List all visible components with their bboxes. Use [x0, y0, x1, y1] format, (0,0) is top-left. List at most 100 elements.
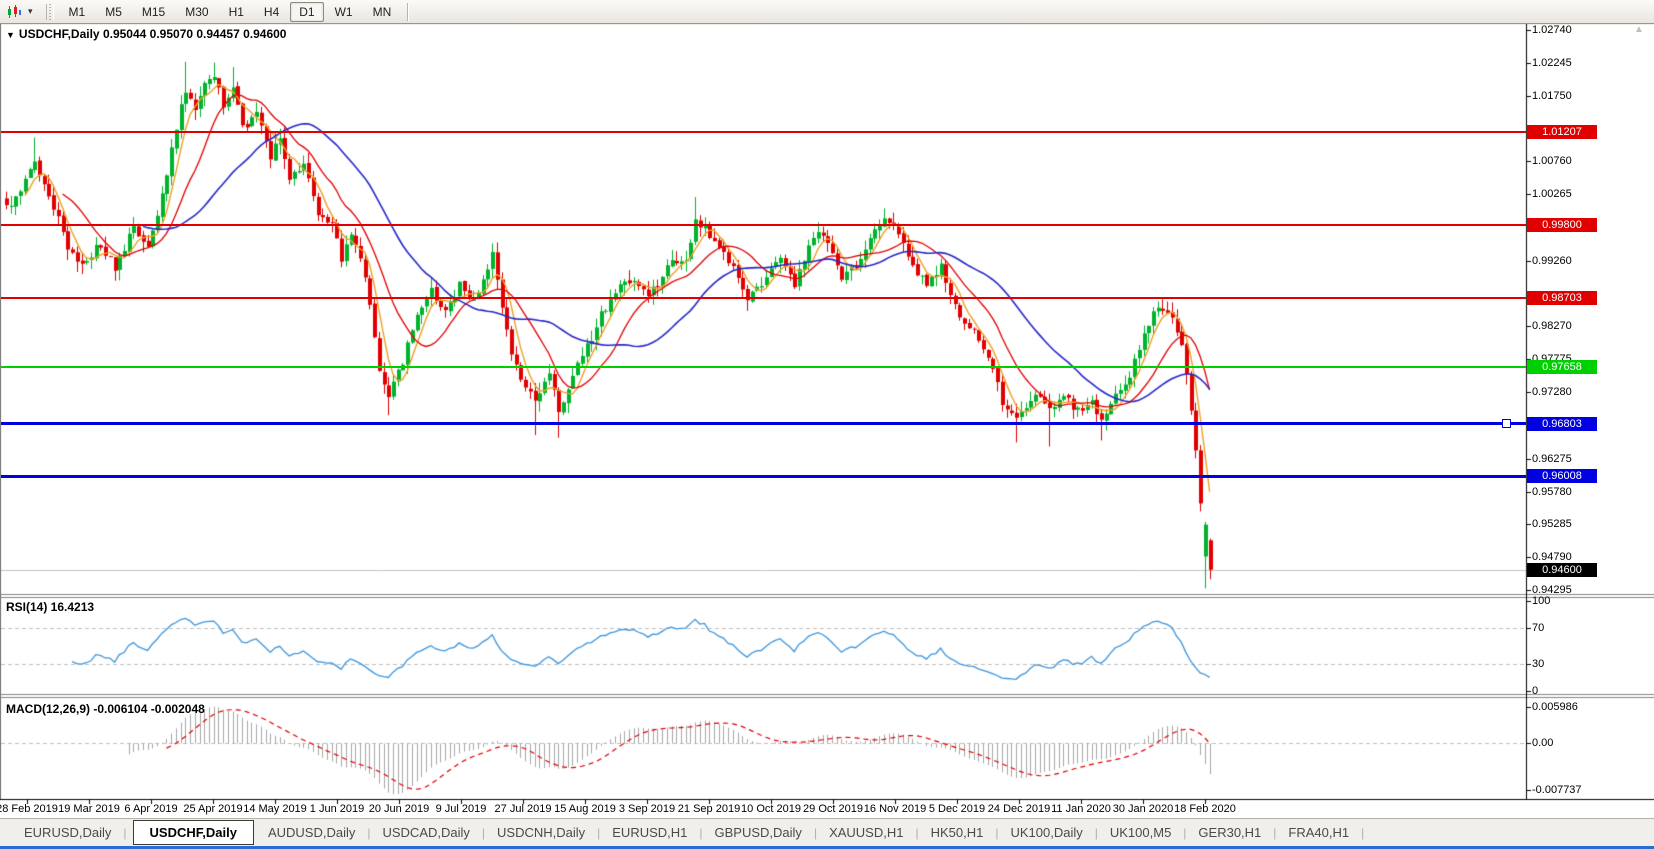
level-line-0.99800[interactable] [1, 224, 1526, 226]
macd-indicator-label: MACD(12,26,9) -0.006104 -0.002048 [6, 702, 205, 716]
toolbar-grip [46, 4, 54, 20]
tab-separator: | [1183, 826, 1186, 840]
price-tag-0.98703: 0.98703 [1527, 291, 1597, 305]
tab-item-xauusd-h1[interactable]: XAUUSD,H1 [819, 822, 913, 843]
timeframe-button-m1[interactable]: M1 [60, 2, 95, 22]
price-tick-label: 1.02740 [1532, 24, 1572, 36]
level-handle[interactable] [1502, 419, 1511, 428]
tab-item-audusd-daily[interactable]: AUDUSD,Daily [258, 822, 365, 843]
tab-item-uk100-daily[interactable]: UK100,Daily [1000, 822, 1092, 843]
date-label: 19 Mar 2019 [58, 803, 120, 815]
tab-separator: | [1095, 826, 1098, 840]
date-label: 6 Apr 2019 [124, 803, 177, 815]
timeframe-button-mn[interactable]: MN [364, 2, 401, 22]
price-tick-label: 0.95780 [1532, 486, 1572, 498]
price-tag-0.99800: 0.99800 [1527, 218, 1597, 232]
level-line-0.96008[interactable] [1, 475, 1526, 478]
date-label: 21 Sep 2019 [678, 803, 740, 815]
timeframe-button-m30[interactable]: M30 [176, 2, 217, 22]
timeframe-button-h1[interactable]: H1 [220, 2, 253, 22]
date-label: 30 Jan 2020 [1113, 803, 1174, 815]
price-tick-label: 0.97280 [1532, 386, 1572, 398]
tab-separator: | [1361, 826, 1364, 840]
chart-periods-icon[interactable] [4, 4, 24, 20]
rsi-tick-label: 70 [1532, 622, 1544, 634]
date-label: 29 Oct 2019 [803, 803, 863, 815]
level-line-1.01207[interactable] [1, 131, 1526, 133]
price-tag-1.01207: 1.01207 [1527, 125, 1597, 139]
tab-item-eurusd-h1[interactable]: EURUSD,H1 [602, 822, 697, 843]
tab-item-hk50-h1[interactable]: HK50,H1 [921, 822, 994, 843]
candlestick-icon [6, 5, 22, 19]
toolbar-separator [407, 3, 408, 21]
tab-separator: | [699, 826, 702, 840]
date-label: 11 Jan 2020 [1051, 803, 1111, 815]
date-label: 3 Sep 2019 [619, 803, 675, 815]
tab-separator: | [915, 826, 918, 840]
price-tick-label: 0.94790 [1532, 551, 1572, 563]
tab-separator: | [814, 826, 817, 840]
chart-ohlc-values: 0.95044 0.95070 0.94457 0.94600 [103, 27, 287, 41]
current-price-tag: 0.94600 [1527, 563, 1597, 577]
price-tick-label: 0.96275 [1532, 453, 1572, 465]
price-tag-0.96008: 0.96008 [1527, 469, 1597, 483]
macd-tick-label: 0.005986 [1532, 701, 1578, 713]
rsi-tick-label: 0 [1532, 685, 1538, 697]
chevron-down-icon[interactable]: ▾ [24, 4, 37, 19]
tab-item-fra40-h1[interactable]: FRA40,H1 [1278, 822, 1359, 843]
date-label: 20 Jun 2019 [369, 803, 430, 815]
chart-tab-bar: EURUSD,Daily|USDCHF,DailyAUDUSD,Daily|US… [0, 818, 1654, 846]
chart-collapse-icon[interactable]: ▼ [6, 30, 15, 40]
tab-item-usdcnh-daily[interactable]: USDCNH,Daily [487, 822, 595, 843]
mt4-window: ▾ M1M5M15M30H1H4D1W1MN ▼ USDCHF,Daily 0.9… [0, 0, 1654, 849]
timeframe-buttons: M1M5M15M30H1H4D1W1MN [59, 2, 402, 22]
timeframe-toolbar: ▾ M1M5M15M30H1H4D1W1MN [0, 0, 1654, 24]
date-label: 28 Feb 2019 [0, 803, 58, 815]
macd-tick-label: -0.007737 [1532, 784, 1582, 796]
date-label: 1 Jun 2019 [310, 803, 364, 815]
date-label: 18 Feb 2020 [1174, 803, 1236, 815]
date-label: 9 Jul 2019 [436, 803, 487, 815]
date-label: 10 Oct 2019 [741, 803, 801, 815]
tab-item-usdchf-daily[interactable]: USDCHF,Daily [133, 820, 254, 845]
chart-title: ▼ USDCHF,Daily 0.95044 0.95070 0.94457 0.… [6, 27, 286, 41]
price-tag-0.96803: 0.96803 [1527, 417, 1597, 431]
date-label: 14 May 2019 [243, 803, 307, 815]
tab-item-uk100-m5[interactable]: UK100,M5 [1100, 822, 1181, 843]
tab-separator: | [123, 826, 126, 840]
timeframe-button-m5[interactable]: M5 [96, 2, 131, 22]
tab-separator: | [482, 826, 485, 840]
date-label: 25 Apr 2019 [183, 803, 242, 815]
price-tick-label: 0.99260 [1532, 255, 1572, 267]
price-tag-0.97658: 0.97658 [1527, 360, 1597, 374]
level-line-0.97658[interactable] [1, 366, 1526, 368]
timeframe-button-w1[interactable]: W1 [326, 2, 362, 22]
tab-separator: | [367, 826, 370, 840]
date-label: 27 Jul 2019 [495, 803, 552, 815]
price-tick-label: 1.00760 [1532, 155, 1572, 167]
rsi-tick-label: 30 [1532, 658, 1544, 670]
tab-item-eurusd-daily[interactable]: EURUSD,Daily [14, 822, 121, 843]
price-tick-label: 1.00265 [1532, 188, 1572, 200]
level-line-0.98703[interactable] [1, 297, 1526, 299]
price-tick-label: 0.95285 [1532, 518, 1572, 530]
date-label: 15 Aug 2019 [554, 803, 616, 815]
tab-separator: | [995, 826, 998, 840]
date-label: 24 Dec 2019 [988, 803, 1050, 815]
timeframe-button-d1[interactable]: D1 [290, 2, 323, 22]
scroll-up-icon[interactable]: ▲ [1634, 24, 1644, 35]
chart-symbol-title: USDCHF,Daily [19, 27, 100, 41]
price-tick-label: 1.01750 [1532, 90, 1572, 102]
price-tick-label: 1.02245 [1532, 57, 1572, 69]
date-label: 16 Nov 2019 [864, 803, 926, 815]
level-line-0.96803[interactable] [1, 422, 1526, 425]
tab-item-gbpusd-daily[interactable]: GBPUSD,Daily [705, 822, 812, 843]
rsi-tick-label: 100 [1532, 595, 1550, 607]
rsi-indicator-label: RSI(14) 16.4213 [6, 600, 94, 614]
tab-separator: | [1273, 826, 1276, 840]
tab-item-ger30-h1[interactable]: GER30,H1 [1188, 822, 1271, 843]
timeframe-button-m15[interactable]: M15 [133, 2, 174, 22]
date-label: 5 Dec 2019 [929, 803, 985, 815]
tab-item-usdcad-daily[interactable]: USDCAD,Daily [372, 822, 479, 843]
timeframe-button-h4[interactable]: H4 [255, 2, 288, 22]
